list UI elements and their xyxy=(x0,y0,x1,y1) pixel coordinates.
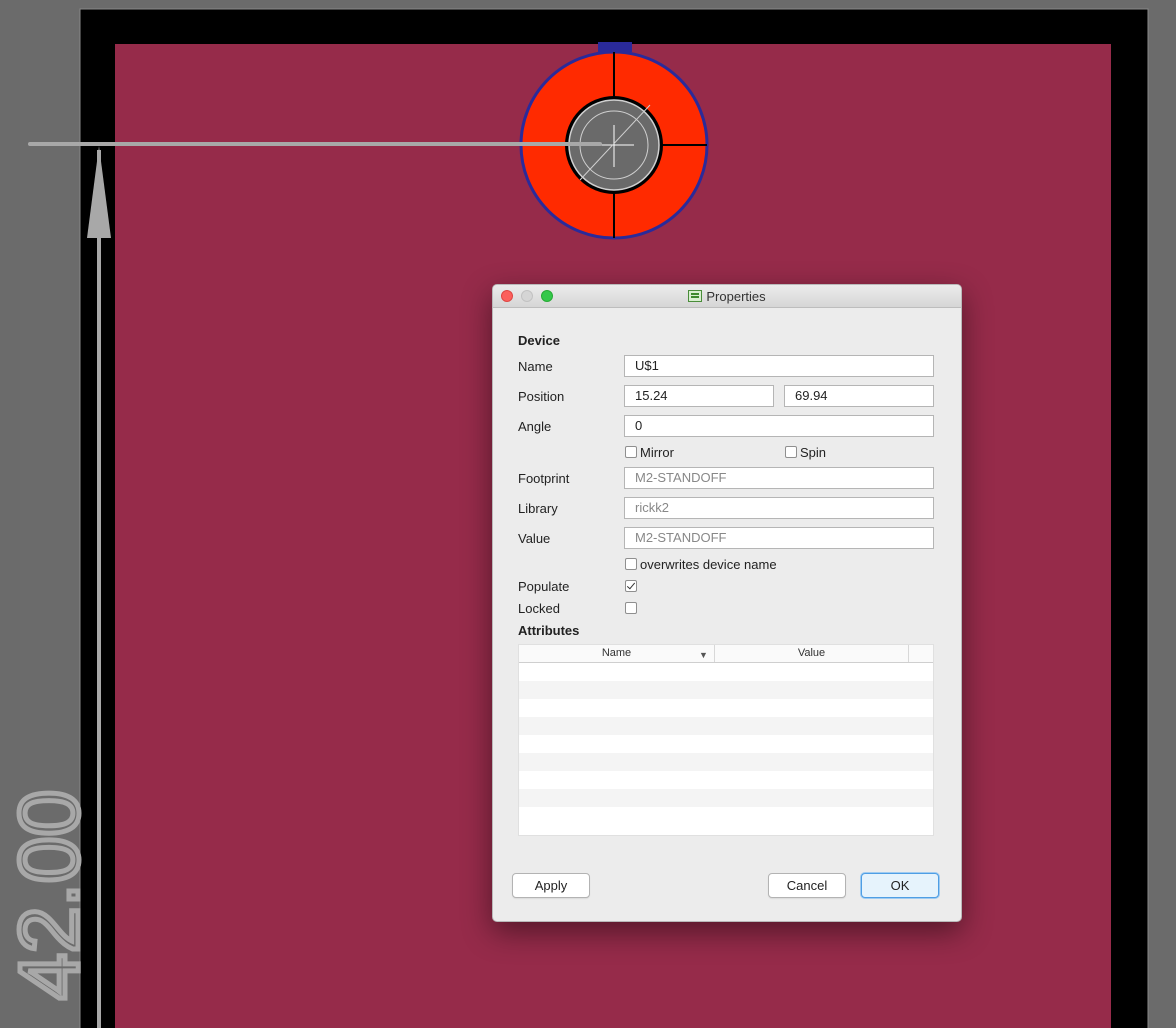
spin-label: Spin xyxy=(800,445,827,460)
table-row xyxy=(519,735,933,753)
angle-label: Angle xyxy=(518,419,552,434)
table-row xyxy=(519,663,933,681)
library-field: rickk2 xyxy=(624,497,934,519)
column-header-name[interactable]: Name ▼ xyxy=(519,645,715,662)
name-label: Name xyxy=(518,359,553,374)
mirror-checkbox[interactable] xyxy=(625,446,637,458)
overwrites-label: overwrites device name xyxy=(640,557,777,572)
position-y-field[interactable]: 69.94 xyxy=(784,385,934,407)
populate-label: Populate xyxy=(518,579,570,594)
section-device: Device xyxy=(518,333,560,348)
table-row xyxy=(519,753,933,771)
title-bar[interactable]: Properties xyxy=(493,285,961,308)
value-label: Value xyxy=(518,531,551,546)
section-attributes: Attributes xyxy=(518,623,580,638)
ok-button[interactable]: OK xyxy=(861,873,939,898)
table-row xyxy=(519,789,933,807)
properties-dialog: Properties Device Name U$1 Position 15.2… xyxy=(492,284,962,922)
table-row xyxy=(519,681,933,699)
cancel-button[interactable]: Cancel xyxy=(768,873,846,898)
position-label: Position xyxy=(518,389,565,404)
value-field[interactable]: M2-STANDOFF xyxy=(624,527,934,549)
dialog-title: Properties xyxy=(706,288,766,304)
overwrites-checkbox[interactable] xyxy=(625,558,637,570)
pad-trace xyxy=(598,42,632,52)
library-label: Library xyxy=(518,501,558,516)
angle-field[interactable]: 0 xyxy=(624,415,934,437)
title-area: Properties xyxy=(493,285,961,307)
footprint-label: Footprint xyxy=(518,471,570,486)
spin-checkbox[interactable] xyxy=(785,446,797,458)
sort-down-icon: ▼ xyxy=(699,650,708,660)
column-header-value[interactable]: Value xyxy=(715,645,909,662)
mirror-label: Mirror xyxy=(640,445,674,460)
table-row xyxy=(519,807,933,825)
dimension-label: 42.00 xyxy=(2,790,96,1000)
apply-button[interactable]: Apply xyxy=(512,873,590,898)
locked-checkbox[interactable] xyxy=(625,602,637,614)
brd-file-icon xyxy=(688,290,703,302)
table-row xyxy=(519,699,933,717)
footprint-field: M2-STANDOFF xyxy=(624,467,934,489)
attributes-table[interactable]: Name ▼ Value xyxy=(518,644,934,836)
name-field[interactable]: U$1 xyxy=(624,355,934,377)
populate-checkbox[interactable] xyxy=(625,580,637,592)
locked-label: Locked xyxy=(518,601,560,616)
table-row xyxy=(519,771,933,789)
table-header: Name ▼ Value xyxy=(519,645,933,663)
table-row xyxy=(519,717,933,735)
position-x-field[interactable]: 15.24 xyxy=(624,385,774,407)
